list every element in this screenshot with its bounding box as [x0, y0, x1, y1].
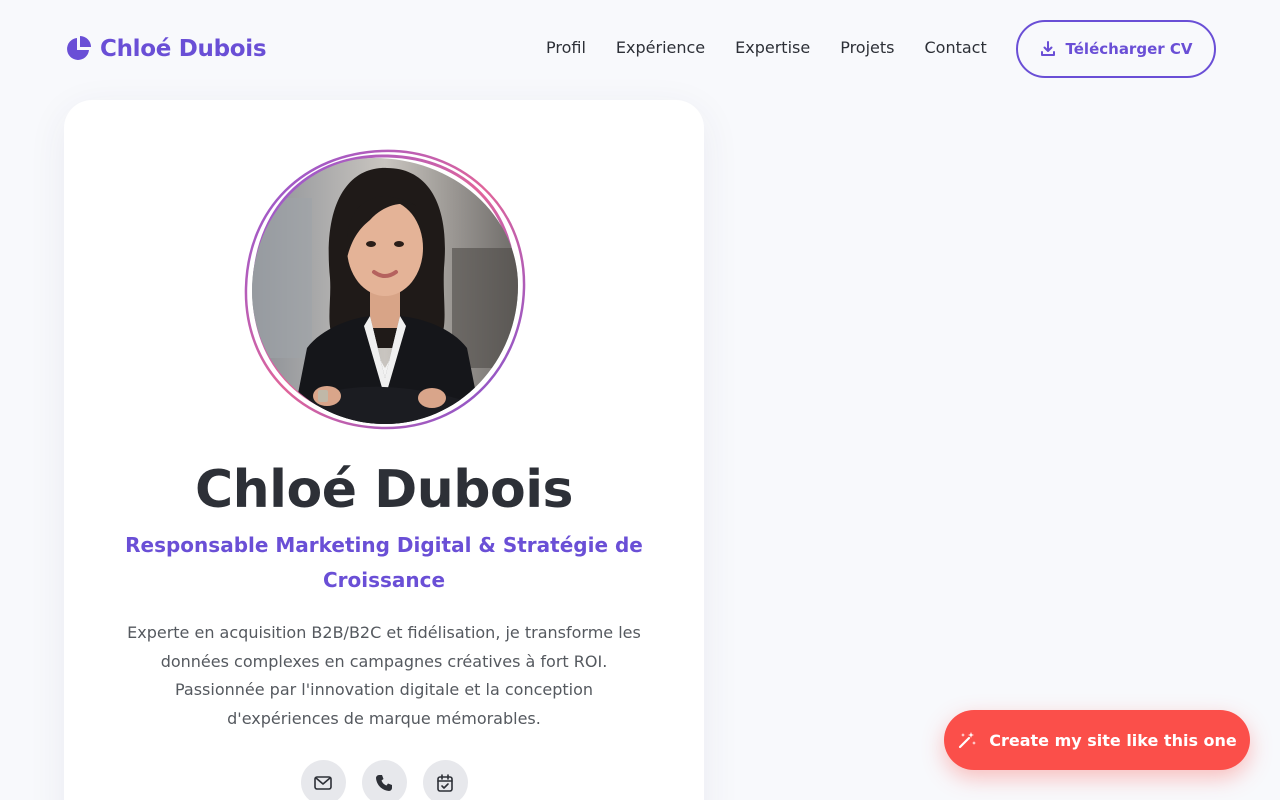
site-header: Chloé Dubois Profil Expérience Expertise… — [0, 0, 1280, 96]
nav-link-expertise[interactable]: Expertise — [735, 36, 810, 60]
profile-bio: Experte en acquisition B2B/B2C et fidéli… — [127, 623, 641, 728]
email-button[interactable] — [300, 760, 346, 800]
avatar-frame — [242, 148, 528, 434]
download-cv-button[interactable]: Télécharger CV — [1016, 20, 1216, 78]
create-site-label: Create my site like this one — [989, 730, 1237, 750]
pie-chart-icon — [67, 36, 91, 60]
phone-icon — [376, 774, 392, 791]
nav-link-profil[interactable]: Profil — [546, 36, 586, 60]
main-nav: Profil Expérience Expertise Projets Cont… — [546, 36, 987, 60]
phone-button[interactable] — [361, 760, 407, 800]
profile-card: Chloé Dubois Responsable Marketing Digit… — [64, 100, 704, 800]
avatar — [252, 158, 518, 424]
calendar-icon — [437, 773, 453, 792]
create-site-button[interactable]: Create my site like this one — [944, 710, 1250, 770]
email-icon — [314, 775, 332, 790]
calendar-button[interactable] — [422, 760, 468, 800]
contact-links — [64, 760, 704, 800]
profile-title: Responsable Marketing Digital & Stratégi… — [125, 533, 643, 592]
logo-text: Chloé Dubois — [100, 36, 267, 62]
logo-link[interactable]: Chloé Dubois — [64, 33, 267, 65]
nav-link-contact[interactable]: Contact — [924, 36, 986, 60]
magic-wand-icon — [959, 732, 977, 749]
nav-link-projets[interactable]: Projets — [840, 36, 894, 60]
profile-name: Chloé Dubois — [194, 460, 574, 520]
nav-link-experience[interactable]: Expérience — [616, 36, 705, 60]
download-cv-label: Télécharger CV — [1065, 40, 1193, 58]
download-icon — [1040, 41, 1055, 56]
